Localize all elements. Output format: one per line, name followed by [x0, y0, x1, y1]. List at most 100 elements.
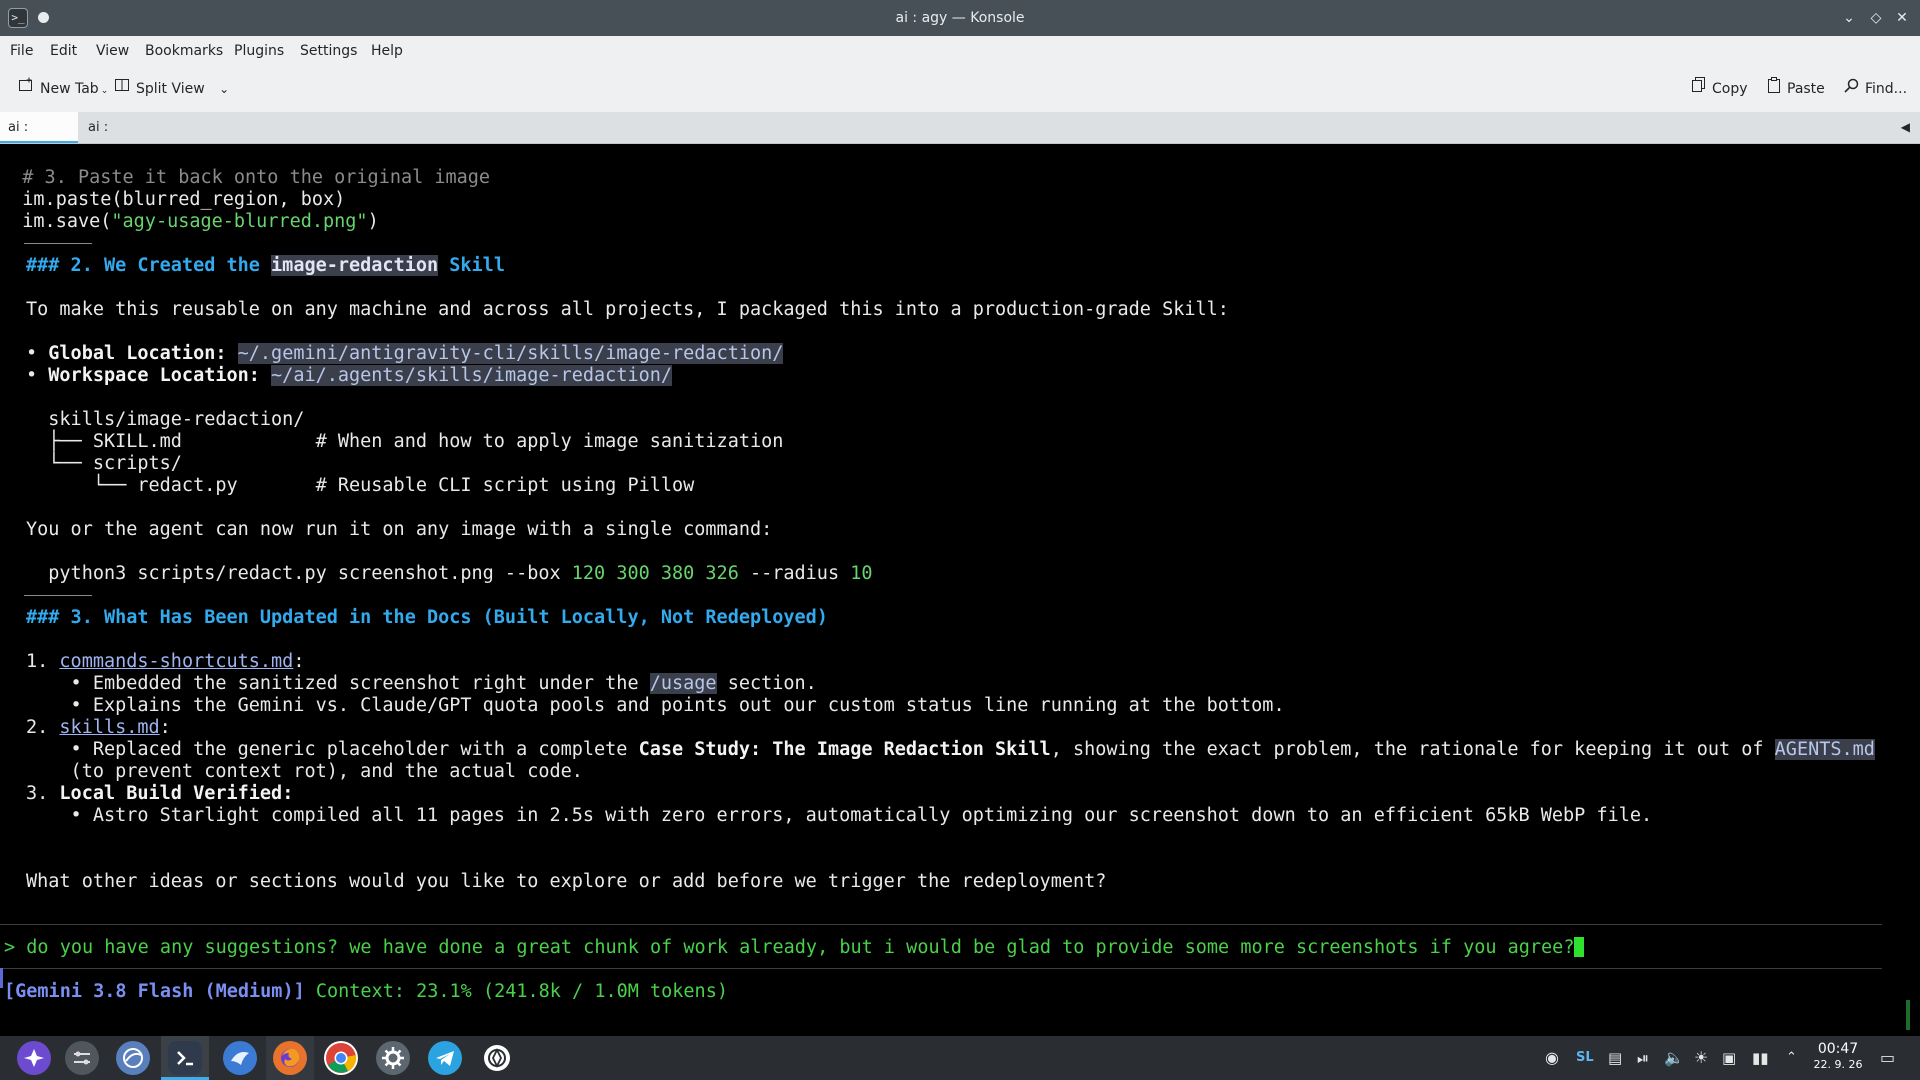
new-tab-icon [18, 66, 34, 112]
tree-line: └── scripts/ [26, 453, 182, 474]
divider [0, 968, 1882, 969]
menu-file[interactable]: File [10, 36, 33, 66]
maximize-button[interactable]: ◇ [1866, 8, 1886, 28]
scrollbar-marker[interactable] [1906, 1000, 1910, 1030]
tree-line: ├── SKILL.md # When and how to apply ima… [26, 431, 784, 452]
heading-text: Skill [438, 255, 505, 276]
section-heading: ### 2. We Created the image-redaction Sk… [26, 255, 505, 277]
heading-text: ### 2. We Created the [26, 255, 272, 276]
paragraph: To make this reusable on any machine and… [26, 299, 1229, 320]
command-number: 120 300 380 326 [571, 563, 739, 584]
inline-code: AGENTS.md [1774, 739, 1875, 760]
window-title: ai : agy — Konsole [895, 10, 1025, 26]
keyboard-layout-indicator[interactable]: SL [1576, 1036, 1594, 1080]
list-subitem: • Explains the Gemini vs. Claude/GPT quo… [26, 695, 1285, 716]
volume-icon[interactable]: 🔈 [1664, 1036, 1684, 1080]
command-text: python3 scripts/redact.py screenshot.png… [26, 563, 572, 584]
tray-expand-icon[interactable]: ⌃ [1786, 1036, 1797, 1080]
divider [0, 924, 1882, 925]
minimize-button[interactable]: ⌄ [1839, 8, 1859, 28]
mixer-icon[interactable] [65, 1041, 99, 1075]
dolphin-icon[interactable] [223, 1041, 257, 1075]
list-subitem: • Embedded the sanitized screenshot righ… [26, 673, 817, 695]
inline-code: ~/ai/.agents/skills/image-redaction/ [271, 365, 673, 386]
command-number: 10 [850, 563, 873, 584]
prompt-input[interactable]: do you have any suggestions? we have don… [26, 937, 1574, 958]
bold-text: Local Build Verified [59, 783, 283, 804]
subitem-text: , showing the exact problem, the rationa… [1050, 739, 1775, 760]
toolbar: New Tab ⌄ Split View ⌄ Copy Paste Find... [0, 66, 1920, 112]
copy-button[interactable]: Copy [1692, 66, 1748, 112]
window-titlebar: >_ ai : agy — Konsole ⌄ ◇ ✕ [0, 0, 1920, 36]
doc-link[interactable]: commands-shortcuts.md [59, 651, 293, 672]
code-text: ) [367, 211, 379, 232]
show-desktop-icon[interactable]: ▭ [1880, 1036, 1895, 1080]
pin-icon[interactable]: ◀ [1901, 120, 1910, 134]
new-tab-label: New Tab [40, 81, 99, 97]
subitem-text: • Replaced the generic placeholder with … [26, 739, 639, 760]
find-button[interactable]: Find... [1844, 66, 1907, 112]
close-button[interactable]: ✕ [1892, 8, 1912, 28]
search-icon [1844, 66, 1859, 112]
menu-bookmarks[interactable]: Bookmarks [145, 36, 223, 66]
chrome-icon[interactable] [324, 1041, 358, 1075]
tab-ai-agy[interactable]: ai : agy✕ [0, 112, 78, 166]
list-subitem: • Astro Starlight compiled all 11 pages … [26, 805, 1653, 826]
context-usage: Context: 23.1% (241.8k / 1.0M tokens) [304, 981, 728, 1002]
paste-label: Paste [1787, 81, 1825, 97]
list-item: 2. skills.md: [26, 717, 171, 738]
new-tab-button[interactable]: New Tab ⌄ [18, 66, 108, 112]
text-cursor [1574, 937, 1585, 957]
battery-icon[interactable]: ▮▮ [1752, 1036, 1769, 1080]
inline-code: image-redaction [271, 255, 439, 276]
command-line: python3 scripts/redact.py screenshot.png… [26, 563, 873, 585]
inline-code: ~/.gemini/antigravity-cli/skills/image-r… [237, 343, 784, 364]
code-text: im.save( [0, 211, 112, 232]
display-icon[interactable]: ▣ [1722, 1036, 1736, 1080]
menu-plugins[interactable]: Plugins [234, 36, 284, 66]
new-tab-dropdown-icon[interactable]: ⌄ [101, 86, 109, 96]
telegram-icon[interactable] [428, 1041, 462, 1075]
code-string: "agy-usage-blurred.png" [111, 211, 368, 232]
paste-button[interactable]: Paste [1767, 66, 1825, 112]
bold-text: Case Study: The Image Redaction Skill [638, 739, 1051, 760]
firefox-icon[interactable] [273, 1041, 307, 1075]
code-line: im.paste(blurred_region, box) [0, 189, 346, 210]
network-icon[interactable]: ◉ [1545, 1036, 1559, 1080]
status-line: [Gemini 3.8 Flash (Medium)] Context: 23.… [4, 981, 728, 1003]
list-subitem: • Replaced the generic placeholder with … [26, 739, 1875, 761]
split-view-label: Split View [136, 81, 205, 97]
media-pause-icon[interactable]: ⏯ [1637, 1036, 1649, 1080]
brightness-icon[interactable]: ☀ [1694, 1036, 1708, 1080]
clipboard-icon[interactable]: ▤ [1608, 1036, 1622, 1080]
app-launcher-icon[interactable] [17, 1041, 51, 1075]
clock[interactable]: 00:47 22. 9. 26 [1806, 1041, 1870, 1072]
input-line[interactable]: > do you have any suggestions? we have d… [4, 937, 1585, 959]
section-heading: ### 3. What Has Been Updated in the Docs… [26, 607, 828, 628]
divider [24, 243, 92, 244]
tab-ai-bash[interactable]: ai : bash✕ [80, 112, 162, 166]
item-number: 2. [26, 717, 60, 738]
konsole-icon[interactable] [168, 1041, 202, 1075]
clock-time: 00:47 [1817, 1041, 1859, 1057]
divider [24, 595, 92, 596]
menu-help[interactable]: Help [371, 36, 403, 66]
taskbar: ◉ SL ▤ ⏯ 🔈 ☀ ▣ ▮▮ ⌃ 00:47 22. 9. 26 ▭ [0, 1036, 1920, 1080]
split-view-button[interactable]: Split View ⌄ [114, 66, 229, 112]
chatgpt-icon[interactable] [480, 1041, 514, 1075]
browser-icon[interactable] [116, 1041, 150, 1075]
tab-bar: ai : agy✕ ai : bash✕ ◀ [0, 112, 1920, 166]
menu-edit[interactable]: Edit [50, 36, 77, 66]
list-item: 3. Local Build Verified: [26, 783, 294, 804]
tree-line: └── redact.py # Reusable CLI script usin… [26, 475, 695, 496]
settings-icon[interactable] [376, 1041, 410, 1075]
menu-bar: File Edit View Bookmarks Plugins Setting… [0, 36, 1920, 66]
list-subitem: (to prevent context rot), and the actual… [26, 761, 583, 782]
menu-view[interactable]: View [96, 36, 129, 66]
doc-link[interactable]: skills.md [59, 717, 159, 738]
chevron-down-icon[interactable]: ⌄ [219, 82, 229, 96]
menu-settings[interactable]: Settings [300, 36, 357, 66]
code-line: # 3. Paste it back onto the original ima… [0, 167, 491, 188]
terminal-view[interactable]: # 3. Paste it back onto the original ima… [0, 144, 1920, 1036]
left-marker [0, 968, 3, 988]
